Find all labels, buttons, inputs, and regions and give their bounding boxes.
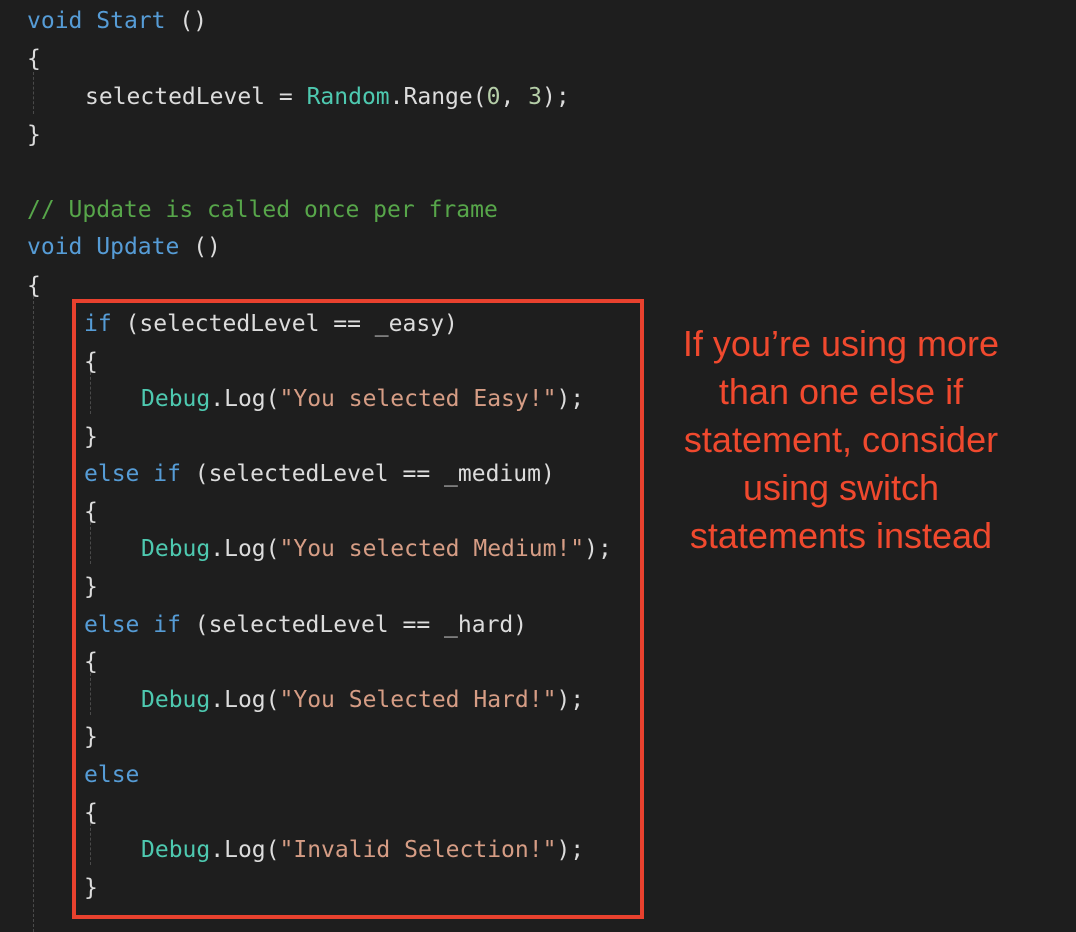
indent-guide <box>33 296 34 932</box>
code-line-start-decl[interactable]: void Start () <box>27 3 207 40</box>
number: 3 <box>528 84 543 110</box>
comment: // Update is called once per frame <box>27 197 498 223</box>
type-name: Random <box>306 84 390 110</box>
highlight-box <box>72 299 644 919</box>
code-line-open-brace[interactable]: { <box>27 41 41 78</box>
keyword: void <box>27 8 83 34</box>
code-line-assign[interactable]: selectedLevel = Random.Range(0, 3); <box>85 79 570 116</box>
parens: () <box>165 8 208 34</box>
indent-guide <box>33 72 34 114</box>
keyword: void <box>27 234 83 260</box>
number: 0 <box>486 84 501 110</box>
method-name: Start <box>96 8 166 34</box>
annotation-note: If you’re using more than one else if st… <box>682 323 1000 556</box>
method-call: .Range( <box>389 84 487 110</box>
code-editor[interactable]: void Start () { selectedLevel = Random.R… <box>0 0 1076 932</box>
brace: { <box>27 46 41 72</box>
code-line-open-brace[interactable]: { <box>27 268 41 305</box>
call-end: ); <box>542 84 570 110</box>
code-line-update-decl[interactable]: void Update () <box>27 229 221 266</box>
assign-lhs: selectedLevel = <box>85 84 307 110</box>
parens: () <box>179 234 221 260</box>
separator: , <box>500 84 529 110</box>
brace: { <box>27 273 41 299</box>
method-name: Update <box>96 234 180 260</box>
code-line-close-brace[interactable]: } <box>27 117 41 154</box>
code-line-comment[interactable]: // Update is called once per frame <box>27 192 498 229</box>
brace: } <box>27 122 41 148</box>
